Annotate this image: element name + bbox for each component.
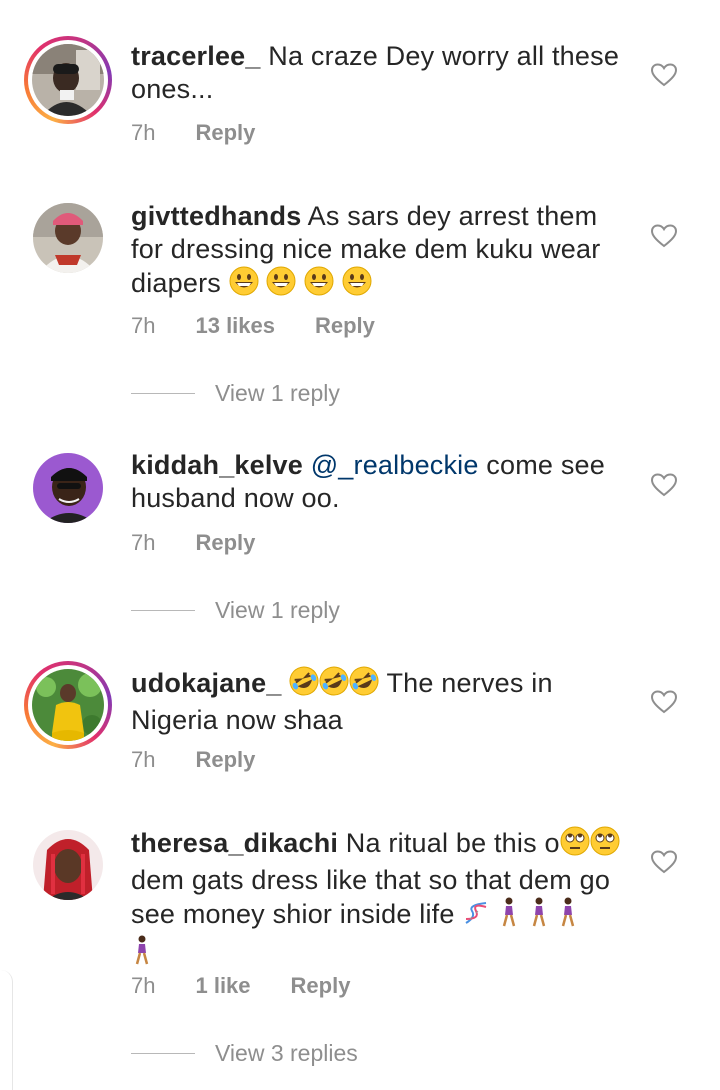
reply-button[interactable]: Reply — [195, 747, 255, 773]
avatar-story-ring[interactable] — [24, 36, 112, 124]
comment-text: theresa_dikachi Na ritual be this o dem … — [131, 826, 641, 973]
comment-timestamp: 7h — [131, 747, 156, 772]
comment-username[interactable]: kiddah_kelve — [131, 450, 303, 480]
comment-timestamp: 7h — [131, 120, 156, 145]
comment-timestamp: 7h — [131, 530, 156, 555]
comment-body: The nerves in — [379, 668, 553, 698]
comment-text: tracerlee_ Na craze Dey worry all these … — [131, 40, 631, 106]
divider — [131, 1053, 195, 1054]
rolling-laughing-face-icon — [289, 666, 319, 704]
panel-edge — [0, 970, 13, 1090]
comment-body: come see — [478, 450, 605, 480]
divider — [131, 393, 195, 394]
comment-timestamp: 7h — [131, 313, 156, 338]
reply-button[interactable]: Reply — [315, 313, 375, 339]
reply-button[interactable]: Reply — [195, 530, 255, 556]
avatar — [33, 453, 103, 523]
comment-username[interactable]: theresa_dikachi — [131, 828, 338, 858]
walking-woman-icon — [498, 897, 520, 935]
comment-meta: 7h 13 likes Reply — [131, 313, 375, 339]
view-replies-button[interactable]: View 1 reply — [131, 597, 340, 624]
comment-body-line: diapers — [131, 268, 221, 298]
view-replies-label: View 1 reply — [215, 380, 340, 406]
reply-button[interactable]: Reply — [195, 120, 255, 146]
comment-body-line: Nigeria now shaa — [131, 705, 343, 735]
view-replies-label: View 3 replies — [215, 1040, 358, 1066]
rolling-laughing-face-icon — [349, 666, 379, 704]
avatar-container[interactable] — [33, 830, 103, 900]
view-replies-label: View 1 reply — [215, 597, 340, 623]
avatar — [33, 830, 103, 900]
reply-button[interactable]: Reply — [291, 973, 351, 999]
avatar — [32, 669, 104, 741]
comment-text: givttedhands As sars dey arrest them for… — [131, 200, 631, 304]
walking-woman-icon — [557, 897, 579, 935]
avatar — [33, 203, 103, 273]
comment-body-line: husband now oo. — [131, 483, 340, 513]
avatar-story-ring[interactable] — [24, 661, 112, 749]
comment-meta: 7h Reply — [131, 120, 255, 146]
comment-username[interactable]: givttedhands — [131, 201, 301, 231]
comment-body-line: dem gats dress like that so that dem go — [131, 865, 611, 895]
grinning-face-icon — [266, 266, 296, 304]
like-heart-icon[interactable] — [651, 63, 677, 87]
view-replies-button[interactable]: View 3 replies — [131, 1040, 358, 1067]
comment-body-line: see money shior inside life — [131, 899, 455, 929]
comment-meta: 7h Reply — [131, 747, 255, 773]
comment-text: udokajane_ The nerves in Nigeria now sha… — [131, 666, 631, 737]
like-heart-icon[interactable] — [651, 690, 677, 714]
eye-roll-face-icon — [590, 826, 620, 864]
view-replies-button[interactable]: View 1 reply — [131, 380, 340, 407]
grinning-face-icon — [342, 266, 372, 304]
like-heart-icon[interactable] — [651, 224, 677, 248]
comment-timestamp: 7h — [131, 973, 156, 998]
comment-username[interactable]: udokajane_ — [131, 668, 282, 698]
like-heart-icon[interactable] — [651, 850, 677, 874]
comment-body: Na craze Dey worry all these — [260, 41, 620, 71]
likes-count[interactable]: 13 likes — [195, 313, 275, 339]
comment-body-line: ones... — [131, 74, 214, 104]
dna-icon — [462, 899, 490, 935]
comment-body: As sars dey arrest them — [301, 201, 598, 231]
avatar — [32, 44, 104, 116]
comment-username[interactable]: tracerlee_ — [131, 41, 261, 71]
mention-link[interactable]: @_realbeckie — [303, 450, 479, 480]
eye-roll-face-icon — [560, 826, 590, 864]
grinning-face-icon — [229, 266, 259, 304]
walking-woman-icon — [131, 935, 153, 973]
grinning-face-icon — [304, 266, 334, 304]
avatar-container[interactable] — [33, 203, 103, 273]
comment-body-line: for dressing nice make dem kuku wear — [131, 234, 601, 264]
comment-meta: 7h 1 like Reply — [131, 973, 350, 999]
comment-text: kiddah_kelve @_realbeckie come see husba… — [131, 449, 631, 515]
rolling-laughing-face-icon — [319, 666, 349, 704]
divider — [131, 610, 195, 611]
comment-body: Na ritual be this o — [338, 828, 560, 858]
likes-count[interactable]: 1 like — [195, 973, 250, 999]
like-heart-icon[interactable] — [651, 473, 677, 497]
comment-meta: 7h Reply — [131, 530, 255, 556]
walking-woman-icon — [528, 897, 550, 935]
avatar-container[interactable] — [33, 453, 103, 523]
